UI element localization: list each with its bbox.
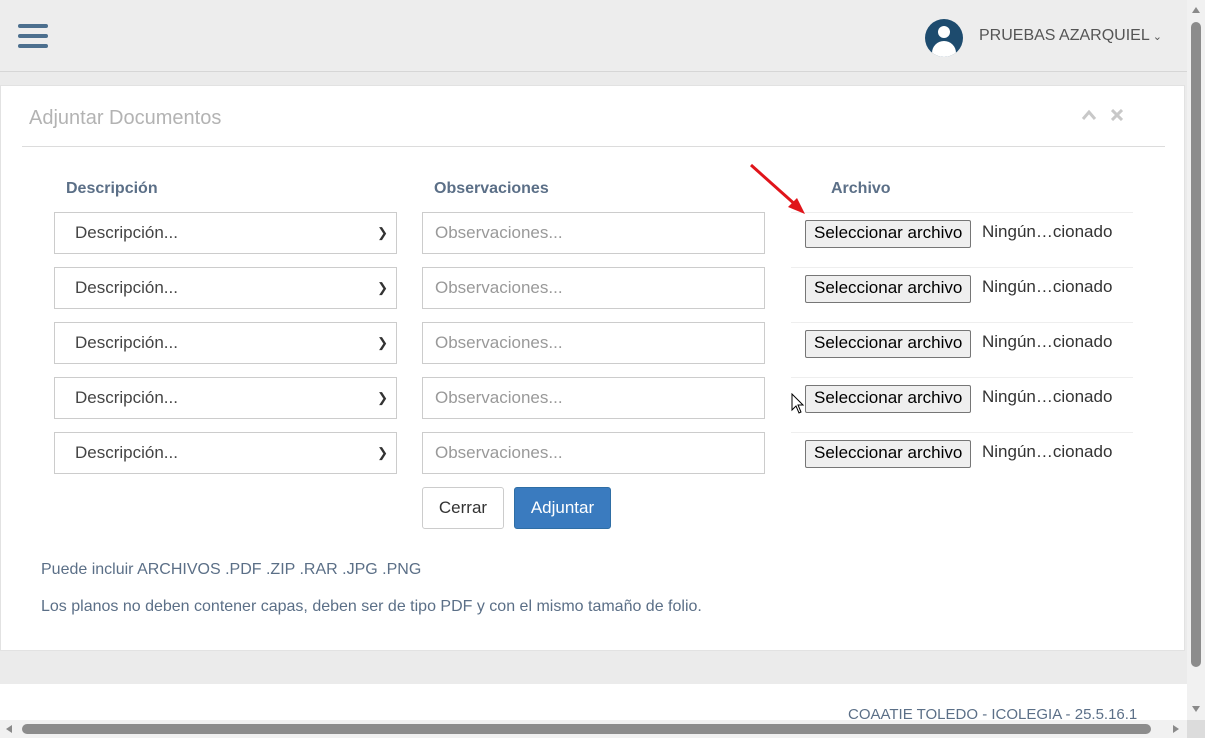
vertical-scroll-thumb[interactable] — [1191, 22, 1201, 667]
vertical-scrollbar[interactable] — [1187, 0, 1205, 720]
observaciones-input[interactable]: Observaciones... — [422, 322, 765, 364]
mouse-cursor-icon — [791, 393, 805, 414]
file-status: Ningún…cionado — [982, 332, 1113, 351]
header-descripcion: Descripción — [66, 180, 158, 197]
select-value: Descripción... — [75, 333, 178, 352]
chevron-down-icon: ❯ — [377, 390, 388, 405]
select-file-button[interactable]: Seleccionar archivo — [805, 440, 972, 468]
select-file-button[interactable]: Seleccionar archivo — [805, 385, 972, 413]
descripcion-select[interactable]: Descripción... ❯ — [54, 377, 397, 419]
top-bar: PRUEBAS AZARQUIEL ⌄ — [0, 0, 1187, 72]
descripcion-select[interactable]: Descripción... ❯ — [54, 322, 397, 364]
user-menu[interactable]: PRUEBAS AZARQUIEL ⌄ — [979, 27, 1162, 45]
file-cell: Seleccionar archivo Ningún…cionado — [791, 212, 1133, 254]
file-status: Ningún…cionado — [982, 442, 1113, 461]
header-archivo: Archivo — [831, 180, 891, 197]
descripcion-select[interactable]: Descripción... ❯ — [54, 432, 397, 474]
chevron-down-icon: ❯ — [377, 225, 388, 240]
observaciones-input[interactable]: Observaciones... — [422, 432, 765, 474]
horizontal-scrollbar[interactable] — [0, 720, 1187, 738]
chevron-down-icon: ❯ — [377, 445, 388, 460]
select-value: Descripción... — [75, 278, 178, 297]
hamburger-icon[interactable] — [18, 24, 48, 48]
divider — [22, 146, 1165, 147]
planos-note: Los planos no deben contener capas, debe… — [41, 598, 702, 615]
header-observaciones: Observaciones — [434, 180, 549, 197]
table-row: Descripción... ❯ Observaciones... Selecci… — [1, 267, 1186, 311]
table-row: Descripción... ❯ Observaciones... Selecci… — [1, 377, 1186, 421]
file-status: Ningún…cionado — [982, 277, 1113, 296]
select-file-button[interactable]: Seleccionar archivo — [805, 330, 972, 358]
table-row: Descripción... ❯ Observaciones... Selecci… — [1, 322, 1186, 366]
annotation-arrow-icon — [750, 163, 805, 214]
file-cell: Seleccionar archivo Ningún…cionado — [791, 267, 1133, 309]
file-cell: Seleccionar archivo Ningún…cionado — [791, 432, 1133, 474]
scroll-up-icon[interactable] — [1192, 7, 1200, 13]
observaciones-input[interactable]: Observaciones... — [422, 267, 765, 309]
user-name: PRUEBAS AZARQUIEL — [979, 27, 1150, 44]
chevron-down-icon: ❯ — [377, 335, 388, 350]
select-file-button[interactable]: Seleccionar archivo — [805, 275, 972, 303]
descripcion-select[interactable]: Descripción... ❯ — [54, 267, 397, 309]
select-value: Descripción... — [75, 388, 178, 407]
select-value: Descripción... — [75, 223, 178, 242]
scroll-right-icon[interactable] — [1173, 725, 1179, 733]
select-file-button[interactable]: Seleccionar archivo — [805, 220, 972, 248]
cerrar-button[interactable]: Cerrar — [422, 487, 504, 529]
formats-note: Puede incluir ARCHIVOS .PDF .ZIP .RAR .J… — [41, 561, 422, 578]
close-icon[interactable] — [1105, 108, 1129, 126]
observaciones-input[interactable]: Observaciones... — [422, 212, 765, 254]
select-value: Descripción... — [75, 443, 178, 462]
table-row: Descripción... ❯ Observaciones... Selecci… — [1, 212, 1186, 256]
table-row: Descripción... ❯ Observaciones... Selecci… — [1, 432, 1186, 476]
file-status: Ningún…cionado — [982, 387, 1113, 406]
panel-title: Adjuntar Documentos — [29, 107, 222, 129]
scroll-down-icon[interactable] — [1192, 706, 1200, 712]
attach-documents-panel: Adjuntar Documentos Descripción Observac… — [0, 85, 1185, 651]
panel-tools — [1077, 108, 1129, 126]
file-cell: Seleccionar archivo Ningún…cionado — [791, 322, 1133, 364]
observaciones-input[interactable]: Observaciones... — [422, 377, 765, 419]
chevron-down-icon: ⌄ — [1152, 31, 1162, 43]
user-avatar-icon[interactable] — [925, 19, 963, 57]
scrollbar-corner — [1187, 720, 1205, 738]
horizontal-scroll-thumb[interactable] — [22, 724, 1151, 734]
adjuntar-button[interactable]: Adjuntar — [514, 487, 611, 529]
descripcion-select[interactable]: Descripción... ❯ — [54, 212, 397, 254]
chevron-down-icon: ❯ — [377, 280, 388, 295]
chevron-up-icon[interactable] — [1077, 108, 1101, 126]
scroll-left-icon[interactable] — [6, 725, 12, 733]
file-cell: Seleccionar archivo Ningún…cionado — [791, 377, 1133, 419]
file-status: Ningún…cionado — [982, 222, 1113, 241]
